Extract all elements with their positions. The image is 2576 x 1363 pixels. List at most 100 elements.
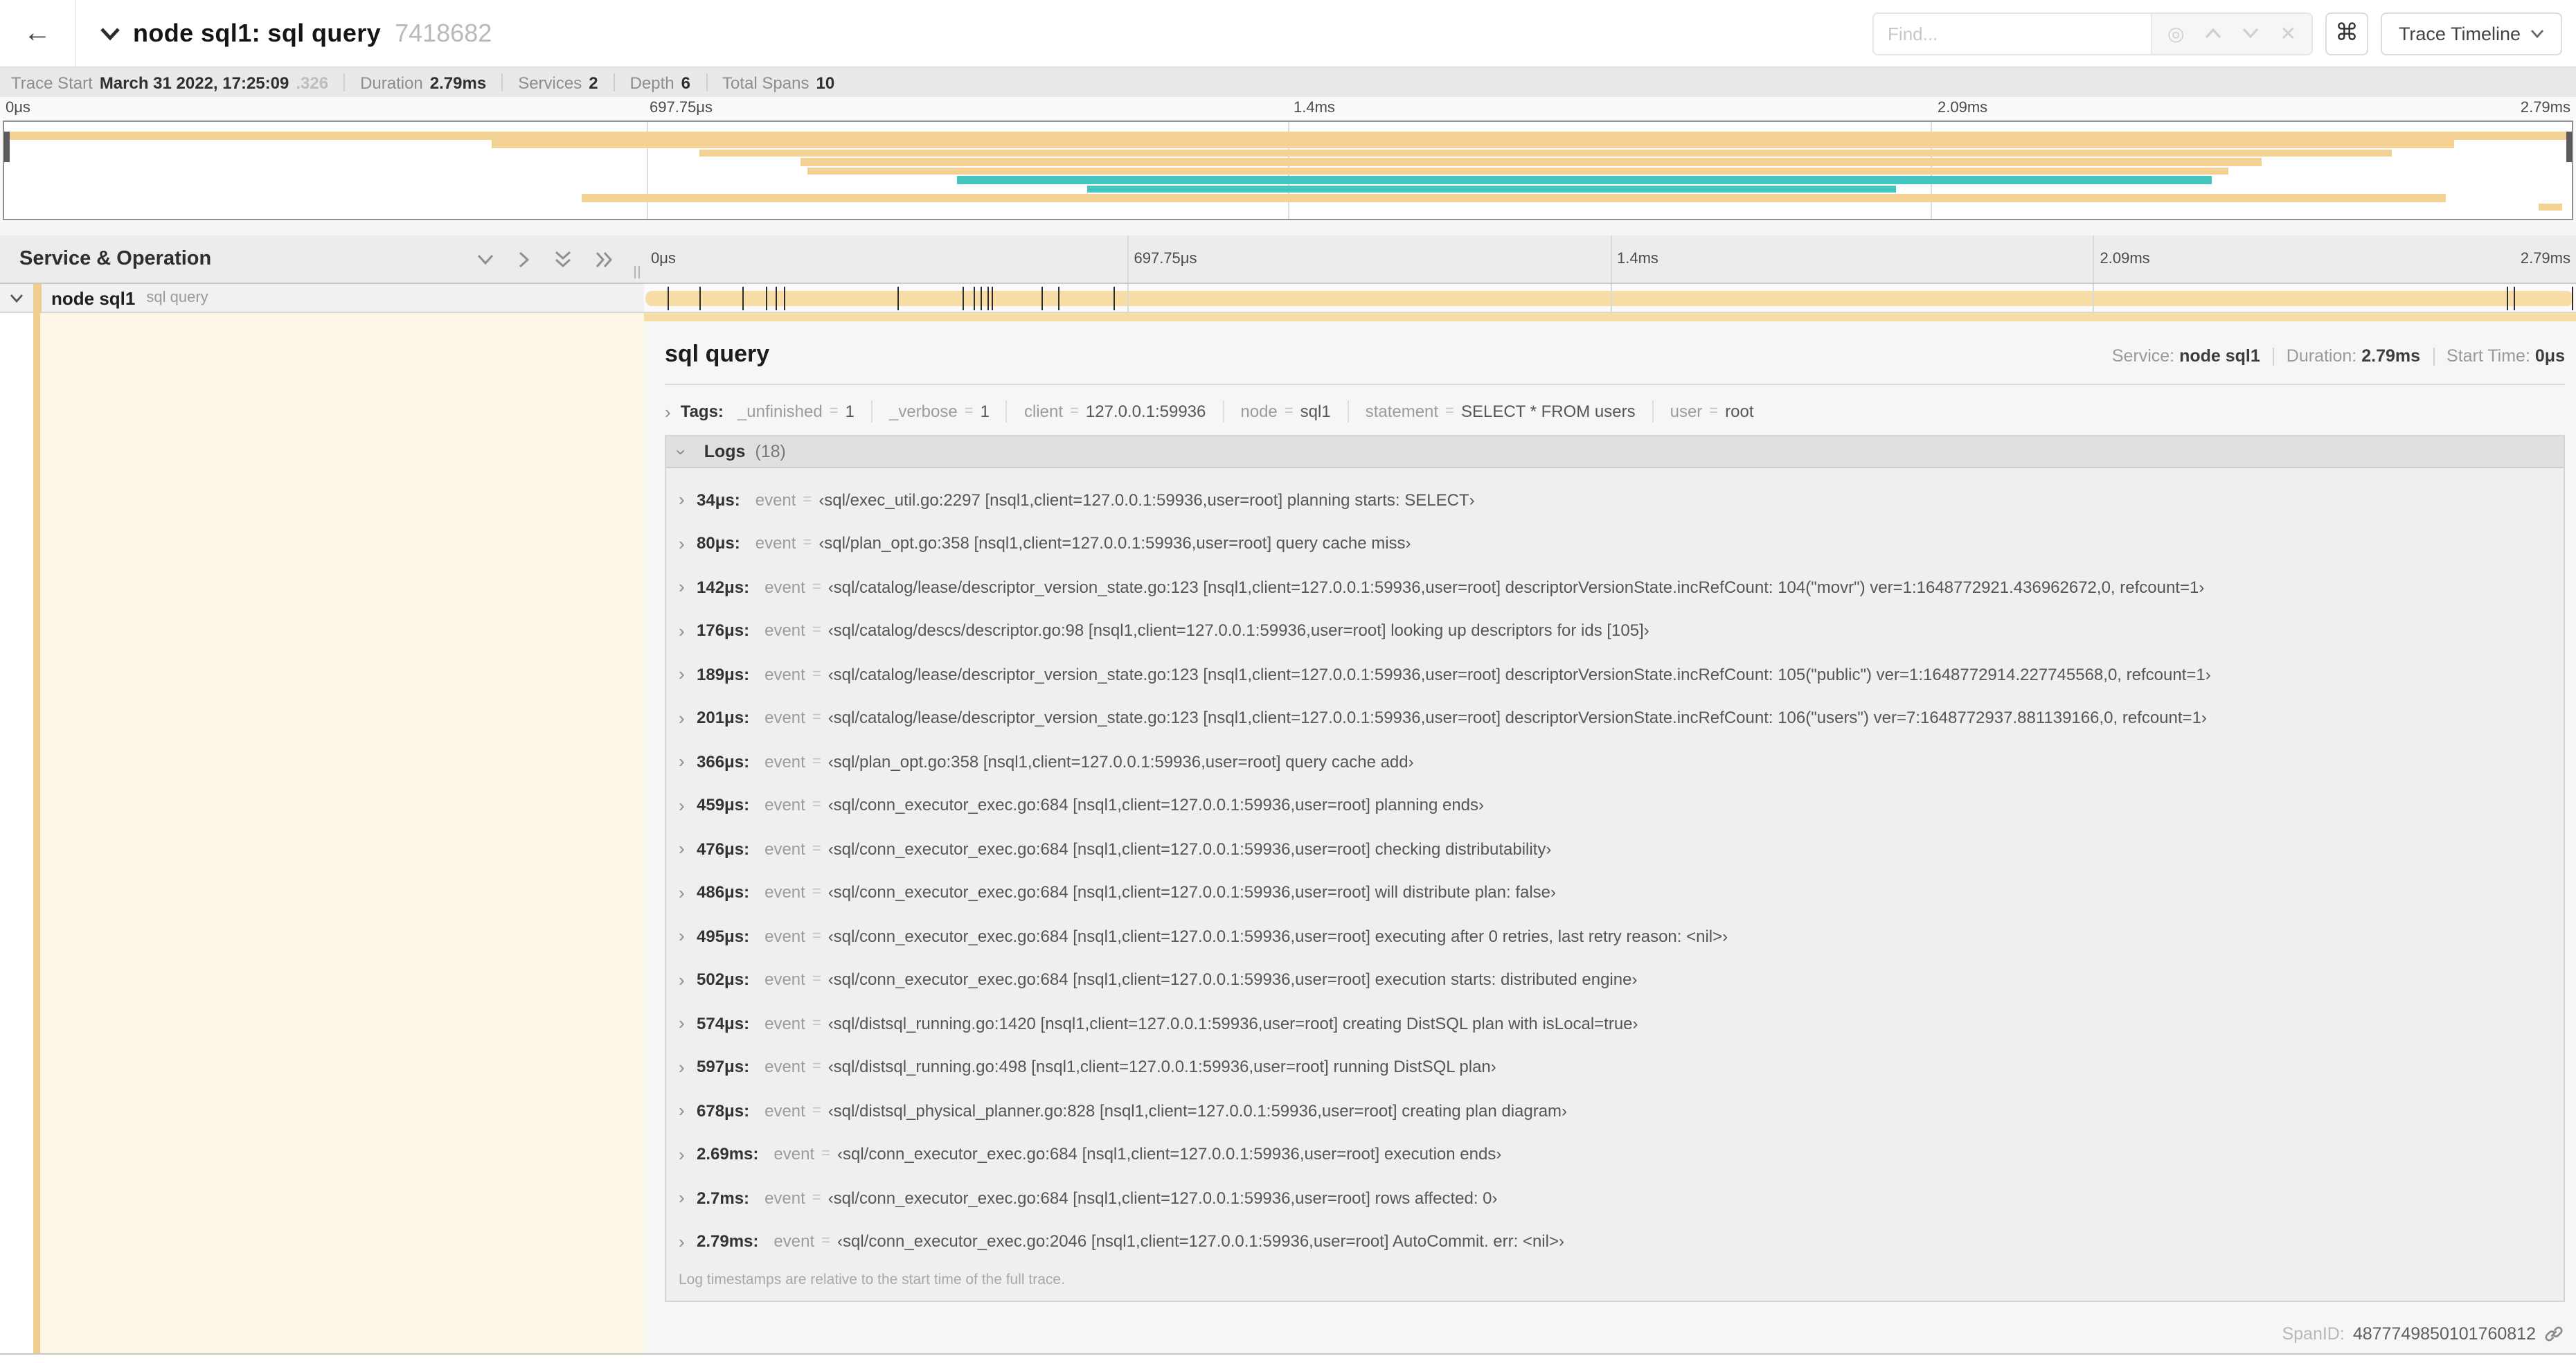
log-chevron-right-icon: › [679,751,685,772]
log-field-value: ‹sql/conn_executor_exec.go:684 [nsql1,cl… [828,882,1557,902]
span-bar-cell[interactable] [644,284,2576,312]
tag-key: client [1023,402,1063,421]
tag-item-_unfinished[interactable]: _unfinished = 1 [737,402,855,421]
span-duration-bar[interactable] [645,291,2573,306]
collapse-all-double-chevron-down-icon[interactable] [554,250,572,268]
tags-accordion[interactable]: › Tags: _unfinished = 1 _verbose = 1 client = 12… [665,400,2565,422]
log-entry-row[interactable]: › 678μs: event = ‹sql/distsql_physical_plann… [666,1089,2564,1132]
collapse-one-chevron-down-icon[interactable] [476,253,494,265]
log-timestamp: 2.7ms: [697,1188,750,1208]
tag-item-node[interactable]: node = sql1 [1240,402,1330,421]
span-log-marker[interactable] [1113,287,1115,310]
expand-one-chevron-right-icon[interactable] [518,250,530,268]
log-timestamp: 201μs: [697,708,750,728]
log-field-value: ‹sql/distsql_running.go:498 [nsql1,clien… [828,1057,1496,1077]
minimap-tick-label: 2.09ms [1938,100,1988,116]
minimap-span-bar [2538,203,2562,211]
timeline-tick-label: 697.75μs [1134,251,1197,267]
log-entry-row[interactable]: › 459μs: event = ‹sql/conn_executor_exec.go:… [666,783,2564,827]
tag-item-_verbose[interactable]: _verbose = 1 [889,402,990,421]
log-entry-row[interactable]: › 476μs: event = ‹sql/conn_executor_exec.go:… [666,827,2564,871]
detail-divider [665,384,2565,385]
log-entry-row[interactable]: › 495μs: event = ‹sql/conn_executor_exec.go:… [666,914,2564,958]
span-log-marker[interactable] [981,287,982,310]
span-row-node-sql1[interactable]: node sql1 sql query [0,283,2576,313]
equals-sign: = [1284,403,1294,420]
log-entry-row[interactable]: › 34μs: event = ‹sql/exec_util.go:2297 [nsql… [666,478,2564,522]
minimap-canvas[interactable] [3,121,2573,220]
find-input[interactable] [1874,13,2152,53]
log-field-value: ‹sql/conn_executor_exec.go:684 [nsql1,cl… [828,795,1485,815]
equals-sign: = [1709,403,1719,420]
keyboard-shortcuts-button[interactable]: ⌘ [2325,12,2368,55]
find-clear-icon[interactable]: ✕ [2280,21,2296,45]
span-log-marker[interactable] [974,287,975,310]
trace-minimap: 0μs 697.75μs 1.4ms 2.09ms 2.79ms [0,97,2576,222]
minimap-left-scrubber-handle[interactable] [4,132,10,162]
log-entry-row[interactable]: › 2.79ms: event = ‹sql/conn_executor_exec.go… [666,1220,2564,1263]
log-entry-row[interactable]: › 201μs: event = ‹sql/catalog/lease/descript… [666,696,2564,740]
find-prev-chevron-up-icon[interactable] [2205,28,2221,39]
span-collapse-chevron-down-icon[interactable] [10,293,24,303]
logs-header[interactable]: › Logs (18) [666,436,2564,468]
timeline-gridline [1127,284,1129,312]
meta-value: 10 [816,73,835,92]
back-button[interactable]: ← [0,0,76,66]
log-entry-row[interactable]: › 486μs: event = ‹sql/conn_executor_exec.go:… [666,871,2564,914]
equals-sign: = [812,666,821,683]
meta-separator [2433,347,2435,365]
tag-item-client[interactable]: client = 127.0.0.1:59936 [1024,402,1206,421]
span-log-marker[interactable] [742,287,744,310]
span-log-marker[interactable] [783,287,785,310]
log-entry-row[interactable]: › 2.69ms: event = ‹sql/conn_executor_exec.go… [666,1132,2564,1176]
span-log-marker[interactable] [2514,287,2515,310]
span-log-marker[interactable] [962,287,963,310]
span-log-marker[interactable] [766,287,767,310]
span-log-marker[interactable] [699,287,701,310]
log-field-key: event [764,926,805,946]
view-selector-button[interactable]: Trace Timeline [2380,12,2562,55]
tag-item-statement[interactable]: statement = SELECT * FROM users [1366,402,1636,421]
deep-link-icon[interactable] [2544,1324,2564,1344]
tag-value: sql1 [1300,402,1331,421]
column-resizer-grip[interactable] [634,266,640,278]
expand-all-double-chevron-right-icon[interactable] [596,250,614,268]
log-entry-row[interactable]: › 2.7ms: event = ‹sql/conn_executor_exec.go:… [666,1176,2564,1220]
span-log-marker[interactable] [2572,287,2573,310]
log-entry-row[interactable]: › 366μs: event = ‹sql/plan_opt.go:358 [nsql1… [666,740,2564,783]
log-entry-row[interactable]: › 597μs: event = ‹sql/distsql_running.go:498… [666,1045,2564,1089]
span-log-marker[interactable] [775,287,776,310]
span-log-marker[interactable] [897,287,899,310]
span-log-marker[interactable] [667,287,669,310]
span-log-marker[interactable] [1041,287,1043,310]
timeline-header-row: Service & Operation 0μs 697.75μs 1.4ms 2.09… [0,235,2576,284]
log-entry-row[interactable]: › 80μs: event = ‹sql/plan_opt.go:358 [nsql1,… [666,522,2564,565]
find-next-chevron-down-icon[interactable] [2242,28,2259,39]
span-detail-panel: sql query Service: node sql1 Duration: 2… [644,313,2576,1353]
minimap-right-scrubber-handle[interactable] [2566,132,2572,162]
log-field-key: event [764,621,805,641]
log-entry-row[interactable]: › 189μs: event = ‹sql/catalog/lease/descript… [666,652,2564,696]
log-entry-row[interactable]: › 142μs: event = ‹sql/catalog/lease/descript… [666,565,2564,609]
span-row-name-cell[interactable]: node sql1 sql query [0,283,644,312]
log-field-value: ‹sql/distsql_physical_planner.go:828 [ns… [828,1101,1568,1121]
trace-title-chevron-down-icon[interactable] [100,26,120,41]
focus-target-icon[interactable]: ◎ [2167,21,2184,45]
timeline-tick-label: 2.09ms [2100,251,2150,267]
span-log-marker[interactable] [1057,287,1059,310]
log-field-value: ‹sql/distsql_running.go:1420 [nsql1,clie… [828,1013,1638,1033]
log-field-key: event [764,839,805,859]
timeline-gridline [2093,284,2095,312]
span-log-marker[interactable] [992,287,993,310]
meta-label: Depth [629,73,674,92]
log-entry-row[interactable]: › 502μs: event = ‹sql/conn_executor_exec.go:… [666,958,2564,1001]
log-entry-row[interactable]: › 176μs: event = ‹sql/catalog/descs/descript… [666,609,2564,652]
span-log-marker[interactable] [2507,287,2508,310]
span-log-marker[interactable] [987,287,988,310]
tag-separator [870,400,873,422]
log-entry-row[interactable]: › 574μs: event = ‹sql/distsql_running.go:142… [666,1001,2564,1045]
minimap-span-bar [492,140,2454,148]
tag-item-user[interactable]: user = root [1670,402,1754,421]
log-timestamp: 366μs: [697,751,750,772]
equals-sign: = [812,709,821,727]
